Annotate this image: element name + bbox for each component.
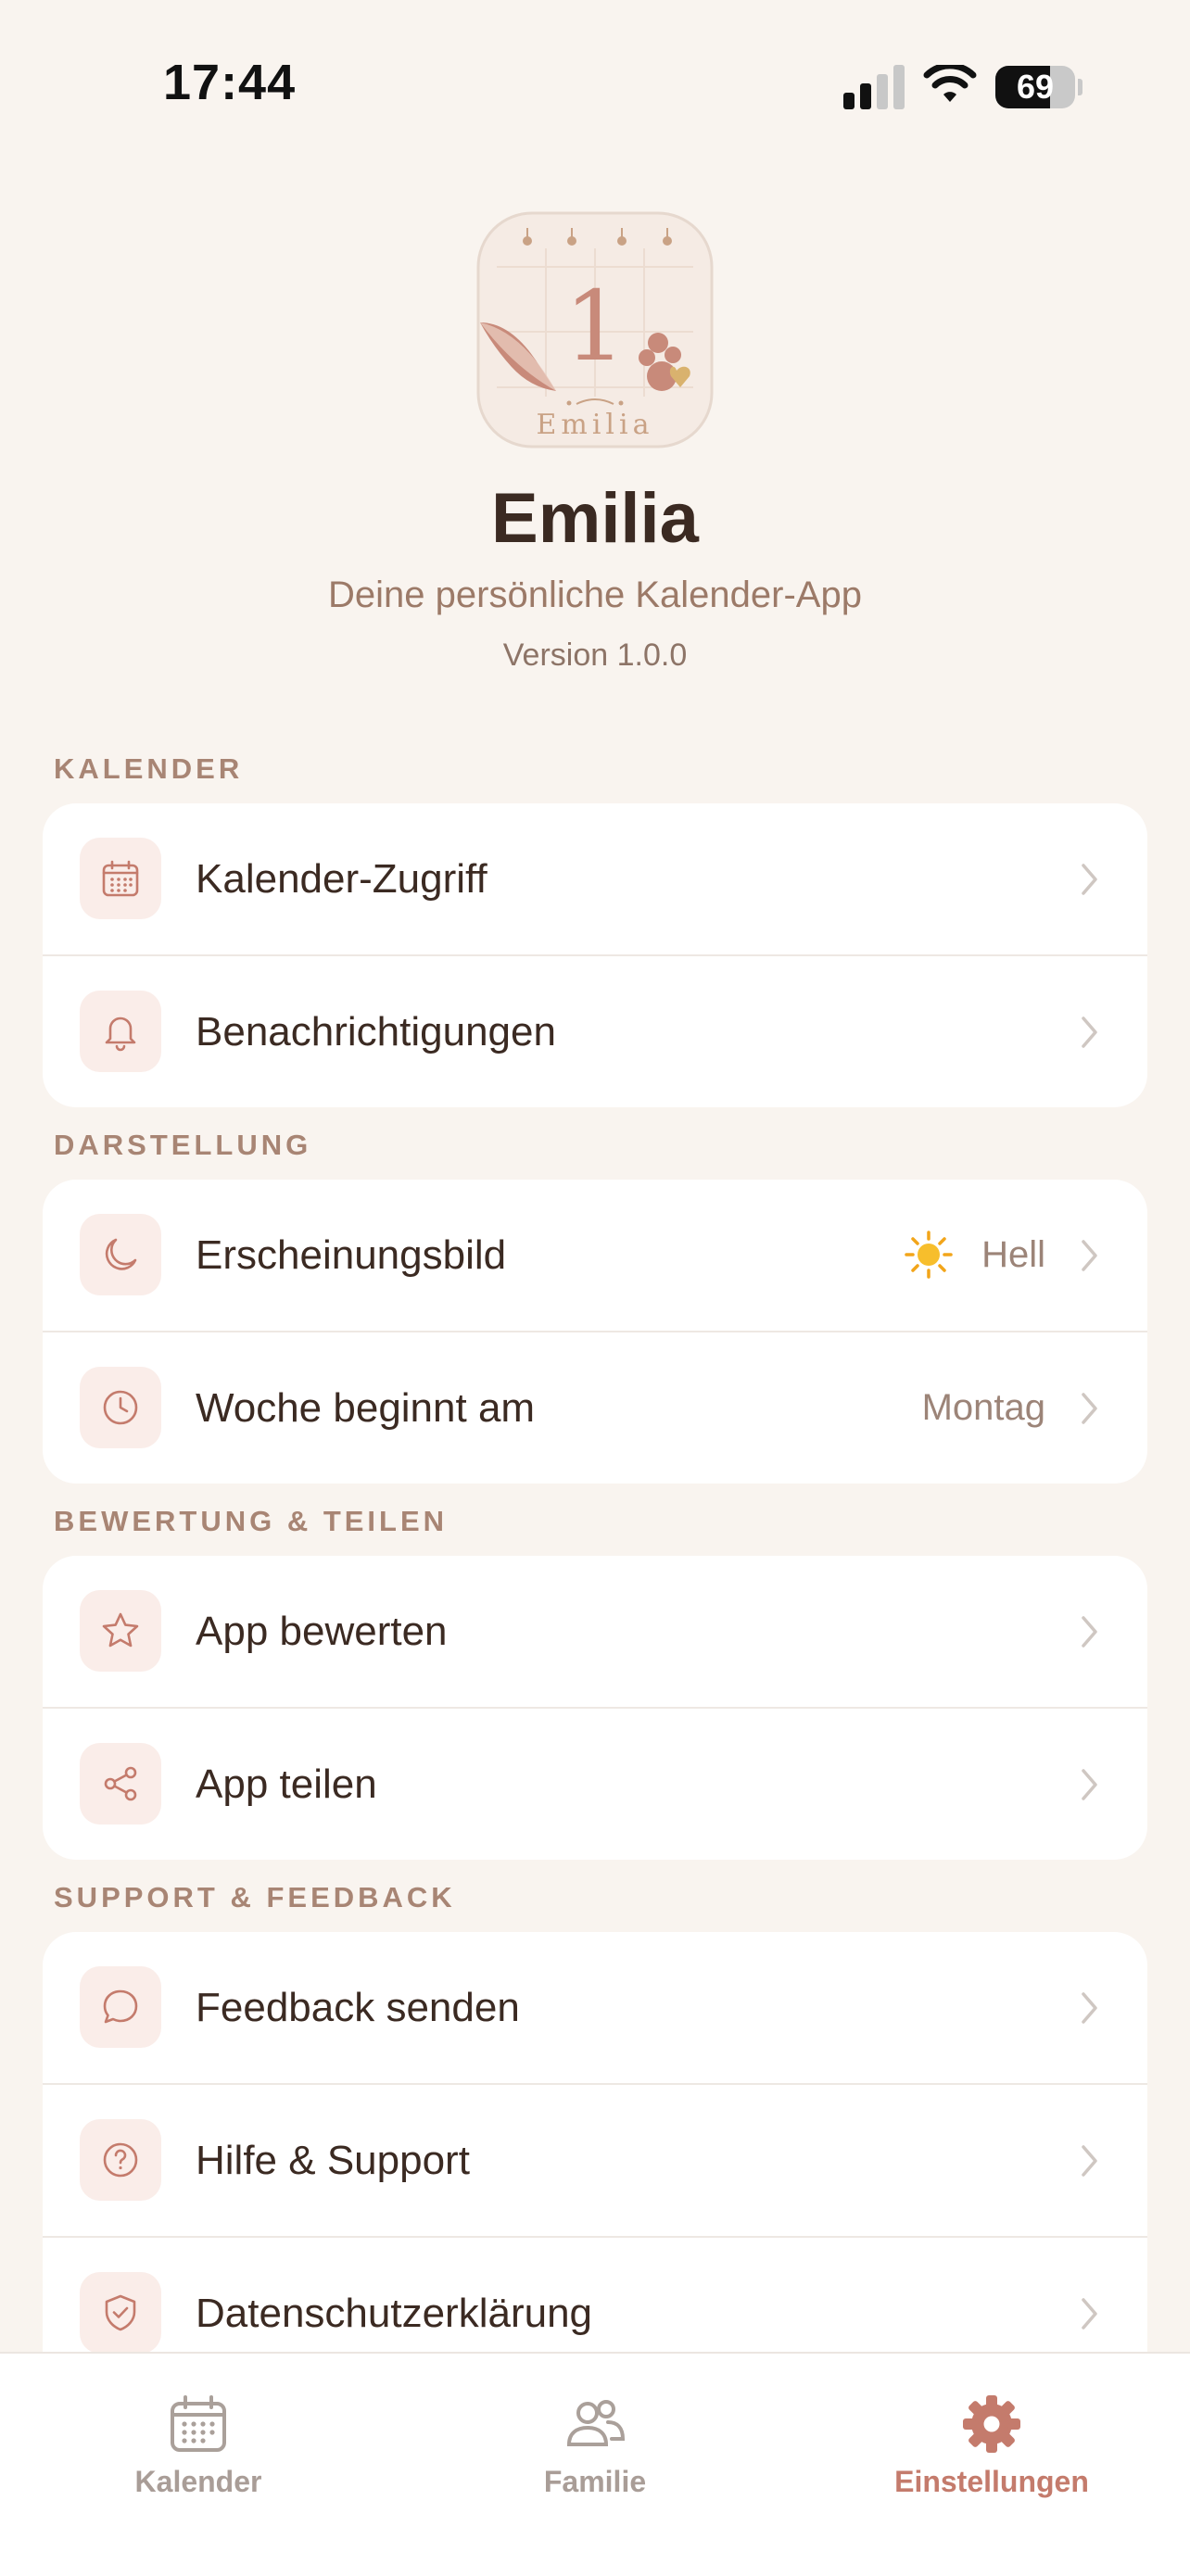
people-icon bbox=[566, 2400, 626, 2446]
row-label: Kalender-Zugriff bbox=[196, 856, 487, 902]
settings-card-support-feedback: Feedback senden Hilfe & Support Datensch… bbox=[43, 1932, 1147, 2389]
chevron-right-icon bbox=[1082, 1393, 1097, 1424]
settings-card-kalender: Kalender-Zugriff Benachrichtigungen bbox=[43, 803, 1147, 1107]
settings-row-erscheinungsbild[interactable]: Erscheinungsbild Hell bbox=[43, 1180, 1147, 1331]
section-header-kalender: KALENDER bbox=[54, 752, 244, 785]
tab-familie[interactable]: Familie bbox=[397, 2372, 793, 2520]
appearance-value: Hell bbox=[981, 1234, 1045, 1275]
row-label: App teilen bbox=[196, 1762, 377, 1807]
settings-row-app-bewerten[interactable]: App bewerten bbox=[43, 1556, 1147, 1707]
wifi-icon bbox=[923, 65, 977, 102]
app-name: Emilia bbox=[491, 479, 699, 558]
row-label: Erscheinungsbild bbox=[196, 1232, 507, 1278]
status-time: 17:44 bbox=[163, 55, 297, 110]
shield-check-icon bbox=[80, 2272, 161, 2354]
settings-row-app-teilen[interactable]: App teilen bbox=[43, 1707, 1147, 1860]
chevron-right-icon bbox=[1082, 1616, 1097, 1648]
chevron-right-icon bbox=[1082, 864, 1097, 895]
chevron-right-icon bbox=[1082, 1017, 1097, 1048]
tab-einstellungen[interactable]: Einstellungen bbox=[793, 2372, 1190, 2520]
settings-card-darstellung: Erscheinungsbild Hell Woche beginnt am M… bbox=[43, 1180, 1147, 1484]
share-icon bbox=[80, 1743, 161, 1825]
sun-icon bbox=[905, 1231, 953, 1279]
battery-indicator: 69 bbox=[995, 66, 1082, 108]
chevron-right-icon bbox=[1082, 1769, 1097, 1800]
row-label: Feedback senden bbox=[196, 1985, 520, 2030]
chat-bubble-icon bbox=[80, 1966, 161, 2048]
tab-label: Kalender bbox=[134, 2465, 262, 2498]
row-label: Woche beginnt am bbox=[196, 1385, 536, 1431]
app-subtitle: Deine persönliche Kalender-App bbox=[328, 575, 862, 615]
settings-row-hilfe-support[interactable]: Hilfe & Support bbox=[43, 2083, 1147, 2236]
calendar-icon bbox=[80, 838, 161, 919]
row-label: App bewerten bbox=[196, 1609, 448, 1654]
section-header-bewertung-teilen: BEWERTUNG & TEILEN bbox=[54, 1505, 449, 1537]
calendar-icon bbox=[171, 2395, 226, 2452]
svg-text:Emilia: Emilia bbox=[536, 409, 653, 441]
settings-row-feedback-senden[interactable]: Feedback senden bbox=[43, 1932, 1147, 2083]
tab-bar: Kalender Familie Einstellungen bbox=[0, 2352, 1190, 2576]
section-header-support-feedback: SUPPORT & FEEDBACK bbox=[54, 1881, 456, 1913]
tab-label: Einstellungen bbox=[894, 2465, 1089, 2498]
settings-row-woche-beginnt-am[interactable]: Woche beginnt am Montag bbox=[43, 1331, 1147, 1484]
moon-icon bbox=[80, 1214, 161, 1295]
clock-icon bbox=[80, 1367, 161, 1448]
app-version: Version 1.0.0 bbox=[502, 638, 688, 673]
tab-label: Familie bbox=[543, 2465, 647, 2498]
chevron-right-icon bbox=[1082, 2298, 1097, 2330]
svg-text:1: 1 bbox=[564, 270, 626, 383]
settings-card-bewertung-teilen: App bewerten App teilen bbox=[43, 1556, 1147, 1860]
battery-percentage: 69 bbox=[1016, 68, 1055, 106]
bell-icon bbox=[80, 991, 161, 1072]
chevron-right-icon bbox=[1082, 1992, 1097, 2024]
question-icon bbox=[80, 2119, 161, 2201]
settings-row-kalender-zugriff[interactable]: Kalender-Zugriff bbox=[43, 803, 1147, 954]
row-label: Hilfe & Support bbox=[196, 2138, 470, 2183]
cellular-signal-icon bbox=[843, 65, 905, 109]
week-start-value: Montag bbox=[921, 1387, 1045, 1428]
status-bar: 17:44 69 bbox=[0, 0, 1190, 167]
tab-kalender[interactable]: Kalender bbox=[0, 2372, 397, 2520]
app-logo: 1 Emilia bbox=[476, 211, 714, 448]
gear-icon bbox=[963, 2395, 1020, 2453]
chevron-right-icon bbox=[1082, 2145, 1097, 2177]
settings-row-benachrichtigungen[interactable]: Benachrichtigungen bbox=[43, 954, 1147, 1107]
star-icon bbox=[80, 1590, 161, 1672]
section-header-darstellung: DARSTELLUNG bbox=[54, 1129, 312, 1161]
chevron-right-icon bbox=[1082, 1240, 1097, 1271]
row-label: Benachrichtigungen bbox=[196, 1009, 556, 1054]
